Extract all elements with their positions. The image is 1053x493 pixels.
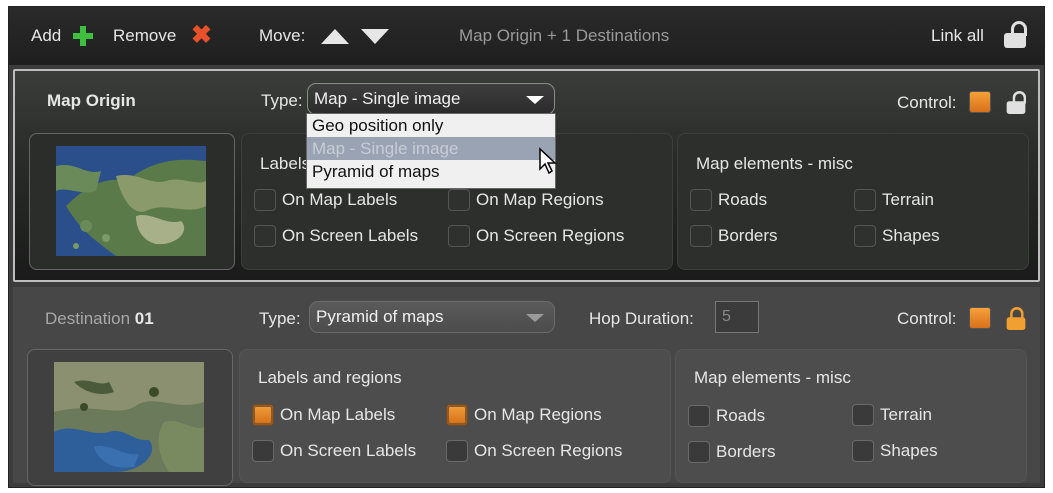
- checkbox-box[interactable]: [854, 189, 876, 211]
- checkbox-on-screen-labels[interactable]: On Screen Labels: [254, 225, 418, 247]
- chevron-down-icon: [526, 314, 544, 322]
- dropdown-option-pyramid-of-maps[interactable]: Pyramid of maps: [307, 160, 555, 183]
- checkbox-on-map-regions[interactable]: On Map Regions: [448, 189, 604, 211]
- checkbox-label: Roads: [716, 406, 766, 425]
- link-all-button[interactable]: Link all: [931, 26, 984, 46]
- checkbox-label: On Screen Labels: [282, 226, 419, 245]
- checkbox-box[interactable]: [448, 189, 470, 211]
- add-button[interactable]: Add: [31, 26, 61, 46]
- type-select[interactable]: Pyramid of maps: [309, 301, 555, 333]
- checkbox-borders[interactable]: Borders: [690, 225, 778, 247]
- checkbox-roads[interactable]: Roads: [688, 405, 765, 427]
- checkbox-shapes[interactable]: Shapes: [854, 225, 940, 247]
- x-icon[interactable]: ✖: [191, 22, 212, 48]
- move-label: Move:: [259, 26, 306, 45]
- misc-group: Map elements - misc Roads Terrain Border…: [675, 349, 1027, 483]
- checkbox-label: Roads: [718, 190, 768, 209]
- arrow-up-icon[interactable]: [321, 29, 349, 44]
- checkbox-box[interactable]: [254, 189, 276, 211]
- checkbox-box[interactable]: [448, 225, 470, 247]
- type-select[interactable]: Map - Single image: [307, 83, 555, 115]
- checkbox-box[interactable]: [690, 225, 712, 247]
- labels-group: Labels and regions On Map Labels On Map …: [239, 349, 671, 483]
- checkbox-borders[interactable]: Borders: [688, 441, 776, 463]
- checkbox-label: On Screen Regions: [474, 441, 623, 460]
- control-label: Control:: [897, 93, 957, 112]
- checkbox-shapes[interactable]: Shapes: [852, 440, 938, 462]
- misc-group: Map elements - misc Roads Terrain Border…: [677, 133, 1029, 270]
- checkbox-on-screen-regions[interactable]: On Screen Regions: [448, 225, 624, 247]
- hop-duration-input[interactable]: 5: [715, 301, 759, 333]
- checkbox-on-screen-labels[interactable]: On Screen Labels: [252, 440, 416, 462]
- dropdown-option-geo-position[interactable]: Geo position only: [307, 114, 555, 137]
- checkbox-on-map-labels[interactable]: On Map Labels: [252, 404, 395, 426]
- checkbox-box[interactable]: [446, 440, 468, 462]
- destination-number: 01: [134, 309, 154, 328]
- checkbox-label: On Screen Labels: [280, 441, 417, 460]
- checkbox-label: Terrain: [882, 190, 934, 209]
- checkbox-box[interactable]: [446, 404, 468, 426]
- lock-icon[interactable]: [1004, 21, 1027, 48]
- checkbox-label: Borders: [716, 442, 776, 461]
- checkbox-box[interactable]: [252, 440, 274, 462]
- checkbox-box[interactable]: [852, 404, 874, 426]
- lock-icon[interactable]: [1006, 91, 1027, 114]
- destination-title-prefix: Destination: [45, 309, 131, 328]
- type-select-value: Pyramid of maps: [316, 307, 444, 326]
- checkbox-label: Terrain: [880, 405, 932, 424]
- checkbox-terrain[interactable]: Terrain: [854, 189, 934, 211]
- plus-icon[interactable]: [72, 25, 94, 47]
- remove-button[interactable]: Remove: [113, 26, 176, 46]
- map-thumbnail-frame: [29, 133, 235, 270]
- type-select-value: Map - Single image: [314, 89, 461, 108]
- type-label: Type:: [261, 91, 303, 110]
- map-thumbnail: [54, 362, 204, 472]
- group-title: Map elements - misc: [694, 368, 851, 387]
- checkbox-label: On Map Labels: [282, 190, 398, 209]
- checkbox-box[interactable]: [688, 405, 710, 427]
- lock-icon[interactable]: [1006, 307, 1026, 330]
- type-dropdown-list: Geo position only Map - Single image Pyr…: [306, 113, 556, 189]
- control-checkbox[interactable]: [969, 91, 991, 113]
- checkbox-on-screen-regions[interactable]: On Screen Regions: [446, 440, 622, 462]
- checkbox-box[interactable]: [252, 404, 274, 426]
- checkbox-terrain[interactable]: Terrain: [852, 404, 932, 426]
- panel-title: Destination 01: [45, 309, 154, 329]
- checkbox-roads[interactable]: Roads: [690, 189, 767, 211]
- checkbox-box[interactable]: [854, 225, 876, 247]
- checkbox-label: Shapes: [880, 441, 938, 460]
- checkbox-on-map-regions[interactable]: On Map Regions: [446, 404, 602, 426]
- control-checkbox[interactable]: [969, 307, 991, 329]
- group-title: Labels: [260, 154, 311, 173]
- checkbox-label: Shapes: [882, 226, 940, 245]
- checkbox-label: Borders: [718, 226, 778, 245]
- chevron-down-icon: [526, 96, 544, 104]
- checkbox-box[interactable]: [852, 440, 874, 462]
- checkbox-label: On Map Regions: [474, 405, 602, 424]
- toolbar-title: Map Origin + 1 Destinations: [459, 26, 670, 45]
- map-thumbnail-frame: [27, 349, 233, 486]
- window-frame: Add Remove ✖ Move: Map Origin + 1 Destin…: [8, 6, 1045, 488]
- map-thumbnail: [56, 146, 206, 256]
- arrow-down-icon[interactable]: [361, 29, 389, 44]
- group-title: Labels and regions: [258, 368, 402, 387]
- destination-panel: Destination 01 Type: Pyramid of maps Hop…: [13, 287, 1040, 486]
- checkbox-box[interactable]: [254, 225, 276, 247]
- type-label: Type:: [259, 309, 301, 328]
- group-title: Map elements - misc: [696, 154, 853, 173]
- checkbox-on-map-labels[interactable]: On Map Labels: [254, 189, 397, 211]
- checkbox-label: On Map Regions: [476, 190, 604, 209]
- checkbox-box[interactable]: [690, 189, 712, 211]
- mouse-cursor-icon: [539, 147, 557, 175]
- dropdown-option-map-single-image[interactable]: Map - Single image: [307, 137, 555, 160]
- checkbox-label: On Map Labels: [280, 405, 396, 424]
- panel-title: Map Origin: [47, 91, 136, 110]
- hop-duration-label: Hop Duration:: [589, 309, 694, 328]
- checkbox-label: On Screen Regions: [476, 226, 625, 245]
- checkbox-box[interactable]: [688, 441, 710, 463]
- toolbar: Add Remove ✖ Move: Map Origin + 1 Destin…: [9, 7, 1044, 65]
- control-label: Control:: [897, 309, 957, 328]
